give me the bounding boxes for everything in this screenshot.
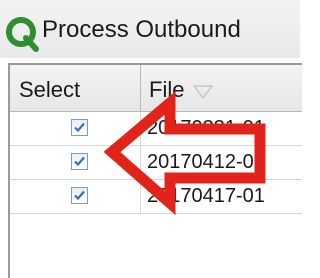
table-row[interactable]: 20170331-01 <box>10 112 302 146</box>
select-cell[interactable] <box>10 146 141 179</box>
column-header-select-label: Select <box>19 77 81 102</box>
window-title: Process Outbound <box>42 16 241 43</box>
column-header-file[interactable]: File <box>141 65 302 111</box>
table-row[interactable]: 20170417-01 <box>10 180 302 214</box>
select-cell[interactable] <box>10 112 141 145</box>
select-checkbox[interactable] <box>71 119 88 136</box>
file-cell[interactable]: 20170417-01 <box>147 185 265 208</box>
checkmark-icon <box>74 122 85 133</box>
grid-header: Select File <box>10 65 302 112</box>
window-titlebar: Process Outbound <box>0 0 300 58</box>
column-header-select[interactable]: Select <box>10 65 141 111</box>
file-cell[interactable]: 20170331-01 <box>147 117 265 140</box>
select-checkbox[interactable] <box>71 153 88 170</box>
column-header-file-label: File <box>149 77 185 102</box>
file-grid: Select File 20170331-01 20170412-01 2017… <box>8 63 302 278</box>
select-checkbox[interactable] <box>71 187 88 204</box>
table-row[interactable]: 20170412-01 <box>10 146 302 180</box>
qlik-q-icon <box>6 17 39 52</box>
grid-rows: 20170331-01 20170412-01 20170417-01 <box>10 112 302 214</box>
checkmark-icon <box>74 156 85 167</box>
select-cell[interactable] <box>10 180 141 213</box>
checkmark-icon <box>74 190 85 201</box>
file-cell[interactable]: 20170412-01 <box>147 151 265 174</box>
sort-descending-icon <box>193 85 213 99</box>
